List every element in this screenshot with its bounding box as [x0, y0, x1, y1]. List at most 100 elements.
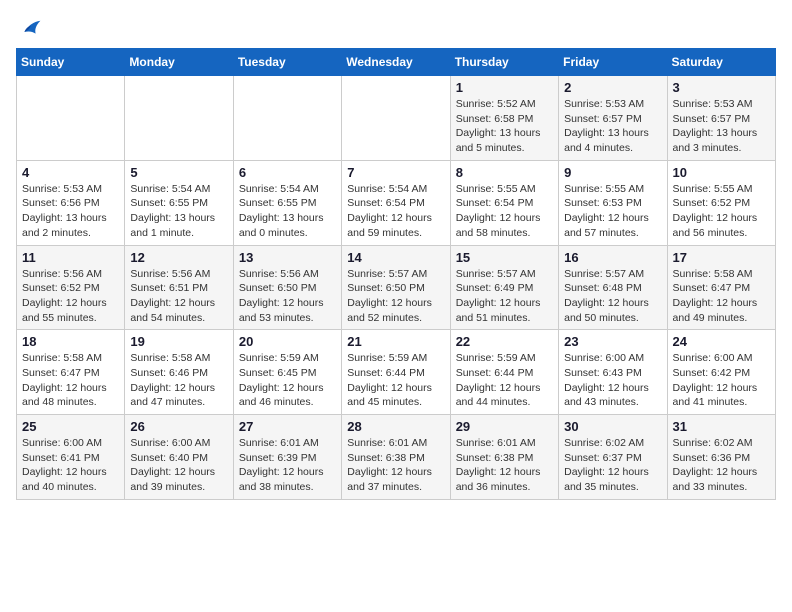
calendar-cell: 27Sunrise: 6:01 AM Sunset: 6:39 PM Dayli…	[233, 415, 341, 500]
day-number: 8	[456, 165, 553, 180]
day-number: 21	[347, 334, 444, 349]
day-number: 12	[130, 250, 227, 265]
day-info: Sunrise: 5:59 AM Sunset: 6:44 PM Dayligh…	[347, 351, 444, 410]
calendar-cell: 11 Sunrise: 5:56 AM Sunset: 6:52 PM Dayli…	[17, 245, 125, 330]
day-info: Sunrise: 5:57 AM Sunset: 6:50 PM Dayligh…	[347, 267, 444, 326]
calendar-cell: 6 Sunrise: 5:54 AM Sunset: 6:55 PM Daylig…	[233, 160, 341, 245]
day-number: 30	[564, 419, 661, 434]
calendar-cell: 7Sunrise: 5:54 AM Sunset: 6:54 PM Daylig…	[342, 160, 450, 245]
day-info: Sunrise: 5:59 AM Sunset: 6:44 PM Dayligh…	[456, 351, 553, 410]
day-info: Sunrise: 5:54 AM Sunset: 6:55 PM Dayligh…	[130, 182, 227, 241]
day-number: 25	[22, 419, 119, 434]
day-info: Sunrise: 5:53 AM Sunset: 6:57 PM Dayligh…	[564, 97, 661, 156]
calendar-cell: 17 Sunrise: 5:58 AM Sunset: 6:47 PM Dayli…	[667, 245, 775, 330]
calendar-cell: 4 Sunrise: 5:53 AM Sunset: 6:56 PM Daylig…	[17, 160, 125, 245]
calendar-cell	[17, 76, 125, 161]
calendar-cell	[233, 76, 341, 161]
day-info: Sunrise: 6:02 AM Sunset: 6:36 PM Dayligh…	[673, 436, 770, 495]
day-number: 16	[564, 250, 661, 265]
day-number: 17	[673, 250, 770, 265]
calendar-cell: 30 Sunrise: 6:02 AM Sunset: 6:37 PM Dayli…	[559, 415, 667, 500]
calendar-cell: 31 Sunrise: 6:02 AM Sunset: 6:36 PM Dayli…	[667, 415, 775, 500]
calendar-week-row: 1Sunrise: 5:52 AM Sunset: 6:58 PM Daylig…	[17, 76, 776, 161]
calendar-header-row: SundayMondayTuesdayWednesdayThursdayFrid…	[17, 49, 776, 76]
day-number: 13	[239, 250, 336, 265]
day-info: Sunrise: 5:59 AM Sunset: 6:45 PM Dayligh…	[239, 351, 336, 410]
day-info: Sunrise: 5:55 AM Sunset: 6:52 PM Dayligh…	[673, 182, 770, 241]
weekday-header: Friday	[559, 49, 667, 76]
calendar-cell: 19Sunrise: 5:58 AM Sunset: 6:46 PM Dayli…	[125, 330, 233, 415]
day-number: 23	[564, 334, 661, 349]
weekday-header: Thursday	[450, 49, 558, 76]
day-info: Sunrise: 5:58 AM Sunset: 6:47 PM Dayligh…	[22, 351, 119, 410]
calendar-cell: 14 Sunrise: 5:57 AM Sunset: 6:50 PM Dayli…	[342, 245, 450, 330]
day-info: Sunrise: 5:58 AM Sunset: 6:47 PM Dayligh…	[673, 267, 770, 326]
calendar-cell: 2 Sunrise: 5:53 AM Sunset: 6:57 PM Daylig…	[559, 76, 667, 161]
calendar-cell	[342, 76, 450, 161]
day-number: 26	[130, 419, 227, 434]
day-info: Sunrise: 6:01 AM Sunset: 6:39 PM Dayligh…	[239, 436, 336, 495]
day-number: 31	[673, 419, 770, 434]
day-number: 18	[22, 334, 119, 349]
calendar-cell: 21 Sunrise: 5:59 AM Sunset: 6:44 PM Dayli…	[342, 330, 450, 415]
calendar-week-row: 11 Sunrise: 5:56 AM Sunset: 6:52 PM Dayli…	[17, 245, 776, 330]
day-number: 9	[564, 165, 661, 180]
page-header	[16, 16, 776, 40]
calendar-cell: 9 Sunrise: 5:55 AM Sunset: 6:53 PM Daylig…	[559, 160, 667, 245]
calendar-cell: 13 Sunrise: 5:56 AM Sunset: 6:50 PM Dayli…	[233, 245, 341, 330]
day-number: 24	[673, 334, 770, 349]
day-info: Sunrise: 5:55 AM Sunset: 6:54 PM Dayligh…	[456, 182, 553, 241]
calendar-table: SundayMondayTuesdayWednesdayThursdayFrid…	[16, 48, 776, 500]
calendar-cell: 22 Sunrise: 5:59 AM Sunset: 6:44 PM Dayli…	[450, 330, 558, 415]
logo-bird-icon	[18, 16, 42, 40]
weekday-header: Sunday	[17, 49, 125, 76]
calendar-cell: 12 Sunrise: 5:56 AM Sunset: 6:51 PM Dayli…	[125, 245, 233, 330]
day-number: 7	[347, 165, 444, 180]
day-info: Sunrise: 5:54 AM Sunset: 6:55 PM Dayligh…	[239, 182, 336, 241]
day-info: Sunrise: 6:00 AM Sunset: 6:41 PM Dayligh…	[22, 436, 119, 495]
day-number: 11	[22, 250, 119, 265]
day-info: Sunrise: 5:56 AM Sunset: 6:50 PM Dayligh…	[239, 267, 336, 326]
day-number: 29	[456, 419, 553, 434]
logo	[16, 16, 42, 40]
day-info: Sunrise: 5:55 AM Sunset: 6:53 PM Dayligh…	[564, 182, 661, 241]
day-number: 22	[456, 334, 553, 349]
day-info: Sunrise: 5:56 AM Sunset: 6:51 PM Dayligh…	[130, 267, 227, 326]
weekday-header: Tuesday	[233, 49, 341, 76]
day-info: Sunrise: 5:56 AM Sunset: 6:52 PM Dayligh…	[22, 267, 119, 326]
day-number: 6	[239, 165, 336, 180]
day-info: Sunrise: 6:01 AM Sunset: 6:38 PM Dayligh…	[347, 436, 444, 495]
day-info: Sunrise: 5:53 AM Sunset: 6:57 PM Dayligh…	[673, 97, 770, 156]
day-info: Sunrise: 5:57 AM Sunset: 6:49 PM Dayligh…	[456, 267, 553, 326]
calendar-week-row: 4 Sunrise: 5:53 AM Sunset: 6:56 PM Daylig…	[17, 160, 776, 245]
day-number: 1	[456, 80, 553, 95]
calendar-cell: 18 Sunrise: 5:58 AM Sunset: 6:47 PM Dayli…	[17, 330, 125, 415]
day-number: 15	[456, 250, 553, 265]
day-info: Sunrise: 5:53 AM Sunset: 6:56 PM Dayligh…	[22, 182, 119, 241]
calendar-cell: 23 Sunrise: 6:00 AM Sunset: 6:43 PM Dayli…	[559, 330, 667, 415]
calendar-cell: 3 Sunrise: 5:53 AM Sunset: 6:57 PM Daylig…	[667, 76, 775, 161]
calendar-cell: 28Sunrise: 6:01 AM Sunset: 6:38 PM Dayli…	[342, 415, 450, 500]
day-info: Sunrise: 6:00 AM Sunset: 6:43 PM Dayligh…	[564, 351, 661, 410]
calendar-cell: 16 Sunrise: 5:57 AM Sunset: 6:48 PM Dayli…	[559, 245, 667, 330]
calendar-cell: 1Sunrise: 5:52 AM Sunset: 6:58 PM Daylig…	[450, 76, 558, 161]
calendar-cell: 29Sunrise: 6:01 AM Sunset: 6:38 PM Dayli…	[450, 415, 558, 500]
day-number: 3	[673, 80, 770, 95]
day-info: Sunrise: 6:02 AM Sunset: 6:37 PM Dayligh…	[564, 436, 661, 495]
calendar-cell: 15 Sunrise: 5:57 AM Sunset: 6:49 PM Dayli…	[450, 245, 558, 330]
calendar-cell	[125, 76, 233, 161]
calendar-cell: 5Sunrise: 5:54 AM Sunset: 6:55 PM Daylig…	[125, 160, 233, 245]
day-info: Sunrise: 5:57 AM Sunset: 6:48 PM Dayligh…	[564, 267, 661, 326]
day-number: 2	[564, 80, 661, 95]
calendar-cell: 25 Sunrise: 6:00 AM Sunset: 6:41 PM Dayli…	[17, 415, 125, 500]
calendar-cell: 8 Sunrise: 5:55 AM Sunset: 6:54 PM Daylig…	[450, 160, 558, 245]
weekday-header: Monday	[125, 49, 233, 76]
day-info: Sunrise: 6:00 AM Sunset: 6:42 PM Dayligh…	[673, 351, 770, 410]
calendar-cell: 26 Sunrise: 6:00 AM Sunset: 6:40 PM Dayli…	[125, 415, 233, 500]
day-number: 4	[22, 165, 119, 180]
day-info: Sunrise: 5:58 AM Sunset: 6:46 PM Dayligh…	[130, 351, 227, 410]
day-number: 14	[347, 250, 444, 265]
day-info: Sunrise: 6:00 AM Sunset: 6:40 PM Dayligh…	[130, 436, 227, 495]
calendar-cell: 24 Sunrise: 6:00 AM Sunset: 6:42 PM Dayli…	[667, 330, 775, 415]
day-number: 20	[239, 334, 336, 349]
